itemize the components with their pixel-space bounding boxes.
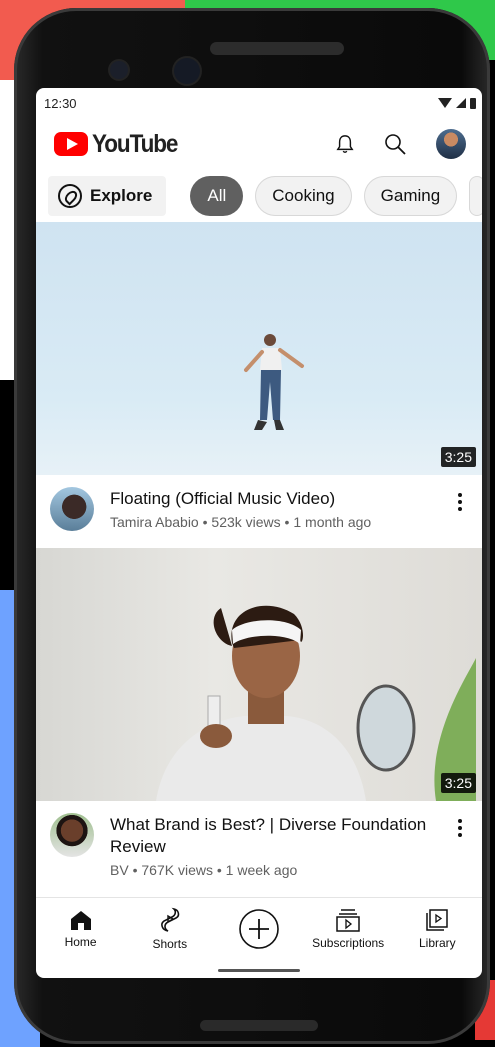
phone-bottom-bezel (200, 1020, 318, 1031)
chip-more[interactable] (469, 176, 482, 216)
nav-home[interactable]: Home (41, 909, 121, 949)
chip-all[interactable]: All (190, 176, 244, 216)
top-app-bar: YouTube (36, 118, 482, 170)
more-options-icon[interactable] (450, 487, 470, 548)
youtube-logo[interactable]: YouTube (54, 130, 187, 159)
more-options-icon[interactable] (450, 813, 470, 874)
video-meta-1[interactable]: Floating (Official Music Video) Tamira A… (36, 475, 482, 548)
nav-create[interactable] (219, 908, 299, 950)
video-thumbnail-1[interactable]: 3:25 (36, 222, 482, 475)
video-duration: 3:25 (440, 447, 476, 467)
nav-library[interactable]: Library (397, 908, 477, 950)
bottom-navigation: Home Shorts Subscriptions Library (36, 897, 482, 960)
channel-avatar[interactable] (50, 813, 94, 857)
video-subtitle: BV • 767K views • 1 week ago (110, 862, 298, 878)
video-thumbnail-2[interactable]: 3:25 (36, 548, 482, 801)
video-title[interactable]: Floating (Official Music Video) (110, 488, 434, 510)
channel-avatar[interactable] (50, 487, 94, 531)
floating-person-image (244, 334, 304, 430)
play-logo-icon (54, 132, 88, 156)
earpiece (210, 42, 344, 55)
front-camera (110, 61, 128, 79)
video-duration: 3:25 (440, 773, 476, 793)
chip-bar: Explore All Cooking Gaming (36, 170, 482, 222)
front-camera-lens (174, 58, 200, 84)
signal-icon (456, 98, 466, 108)
battery-icon (470, 97, 476, 109)
compass-icon (58, 184, 82, 208)
chip-gaming[interactable]: Gaming (363, 176, 458, 216)
home-icon (70, 911, 91, 930)
chip-cooking[interactable]: Cooking (255, 176, 352, 216)
video-subtitle: Tamira Ababio • 523k views • 1 month ago (110, 514, 372, 530)
woman-spray-image (156, 605, 476, 801)
wifi-icon (438, 98, 452, 108)
library-icon (426, 909, 449, 931)
bell-icon[interactable] (336, 134, 354, 154)
app-screen: 12:30 YouTube Explore All Cooking Gaming… (36, 88, 482, 978)
nav-subscriptions[interactable]: Subscriptions (308, 908, 388, 950)
logo-text: YouTube (92, 129, 178, 158)
status-time: 12:30 (44, 95, 77, 111)
shorts-icon (160, 907, 180, 932)
status-bar: 12:30 (36, 88, 482, 118)
explore-button[interactable]: Explore (48, 176, 167, 216)
search-icon[interactable] (384, 133, 406, 155)
account-avatar[interactable] (436, 129, 466, 159)
nav-shorts[interactable]: Shorts (130, 907, 210, 951)
create-icon (239, 909, 279, 949)
video-meta-2[interactable]: What Brand is Best? | Diverse Foundation… (36, 801, 482, 878)
subscriptions-icon (336, 909, 360, 932)
video-title[interactable]: What Brand is Best? | Diverse Foundation… (110, 814, 434, 858)
gesture-handle[interactable] (218, 969, 300, 972)
